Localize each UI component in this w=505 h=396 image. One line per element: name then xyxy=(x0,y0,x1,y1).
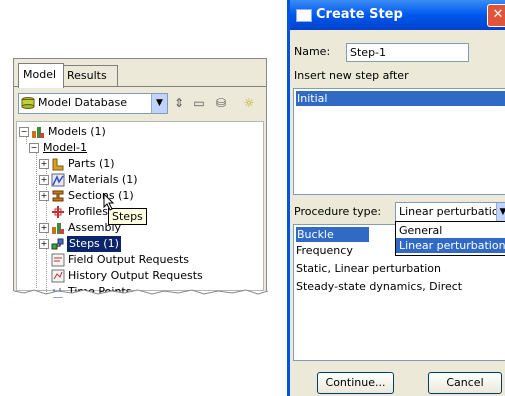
procedure-item-steady-state[interactable]: Steady-state dynamics, Direct xyxy=(296,279,462,294)
expand-icon[interactable]: + xyxy=(39,239,49,249)
parts-icon xyxy=(52,158,64,171)
tab-results[interactable]: Results xyxy=(62,65,118,86)
dropdown-option-linear-perturbation[interactable]: Linear perturbation xyxy=(396,238,505,253)
field-output-icon xyxy=(51,253,65,267)
list-item[interactable]: Initial xyxy=(296,91,505,106)
chevron-down-icon[interactable]: ▼ xyxy=(496,203,505,221)
materials-icon xyxy=(51,173,65,187)
filter-icon[interactable]: ⛁ xyxy=(212,93,230,113)
cancel-button[interactable]: Cancel xyxy=(428,372,502,394)
up-down-arrows-icon[interactable]: ⇕ xyxy=(170,93,188,113)
tree-label: Field Output Requests xyxy=(68,253,190,266)
tree-label: Materials (1) xyxy=(68,173,138,186)
models-icon xyxy=(32,127,44,138)
dropdown-option-general[interactable]: General xyxy=(396,223,505,238)
step-name-input[interactable]: Step-1 xyxy=(346,43,469,62)
dialog-title: Create Step xyxy=(316,7,403,22)
procedure-item-buckle[interactable]: Buckle xyxy=(296,227,369,242)
tree-toolbar: Model Database ▼ ⇕ ▭ ⛁ ☼ xyxy=(18,93,262,115)
mouse-pointer-icon xyxy=(103,193,115,211)
tree-view: − Models (1) − Model-1 + Parts (1) + Mat… xyxy=(16,121,264,298)
assembly-icon xyxy=(52,223,64,234)
model-database-combo[interactable]: Model Database ▼ xyxy=(18,93,168,114)
procedure-type-combo[interactable]: Linear perturbation ▼ xyxy=(395,202,505,222)
collapse-icon[interactable]: − xyxy=(29,143,39,153)
tree-label: Sections (1) xyxy=(68,189,134,202)
expand-icon[interactable]: + xyxy=(39,175,49,185)
procedure-type-label: Procedure type: xyxy=(294,205,382,218)
close-icon[interactable]: ✕ xyxy=(487,4,505,27)
expand-icon[interactable]: + xyxy=(39,191,49,201)
tree-label: Parts (1) xyxy=(68,157,115,170)
steps-icon xyxy=(51,238,64,250)
history-output-icon xyxy=(51,269,65,283)
expand-icon[interactable]: + xyxy=(39,223,49,233)
continue-button[interactable]: Continue... xyxy=(317,372,394,394)
expand-icon[interactable]: + xyxy=(39,159,49,169)
collapse-icon[interactable]: − xyxy=(19,127,29,137)
window-icon xyxy=(296,9,312,22)
insert-after-label: Insert new step after xyxy=(294,69,409,82)
sections-icon xyxy=(52,190,64,202)
tree-label: Model-1 xyxy=(43,141,87,154)
tree-label: Models (1) xyxy=(48,125,106,138)
procedure-type-dropdown[interactable]: General Linear perturbation xyxy=(395,221,505,256)
model-database-label: Model Database xyxy=(38,96,128,109)
tree-connector xyxy=(36,148,37,288)
model-tree-panel: Model Results Model Database ▼ ⇕ ▭ ⛁ ☼ − xyxy=(13,58,268,298)
database-icon xyxy=(21,97,35,109)
lightbulb-icon[interactable]: ☼ xyxy=(240,93,258,113)
procedure-type-value: Linear perturbation xyxy=(399,205,505,218)
procedure-item-frequency[interactable]: Frequency xyxy=(296,243,353,258)
profiles-icon xyxy=(52,206,64,218)
tree-label: Steps (1) xyxy=(67,236,121,252)
procedure-item-static[interactable]: Static, Linear perturbation xyxy=(296,261,441,276)
dialog-title-bar: Create Step ✕ xyxy=(290,0,505,30)
create-step-dialog: Create Step ✕ Name: Step-1 Insert new st… xyxy=(287,0,505,396)
insert-after-list[interactable]: Initial xyxy=(293,88,505,195)
torn-edge xyxy=(14,289,268,297)
name-label: Name: xyxy=(294,45,331,58)
chevron-down-icon[interactable]: ▼ xyxy=(151,94,167,113)
tab-model[interactable]: Model xyxy=(18,63,64,88)
tree-label: History Output Requests xyxy=(68,269,203,282)
folder-up-icon[interactable]: ▭ xyxy=(190,93,208,113)
tree-label: Profiles xyxy=(68,205,108,218)
